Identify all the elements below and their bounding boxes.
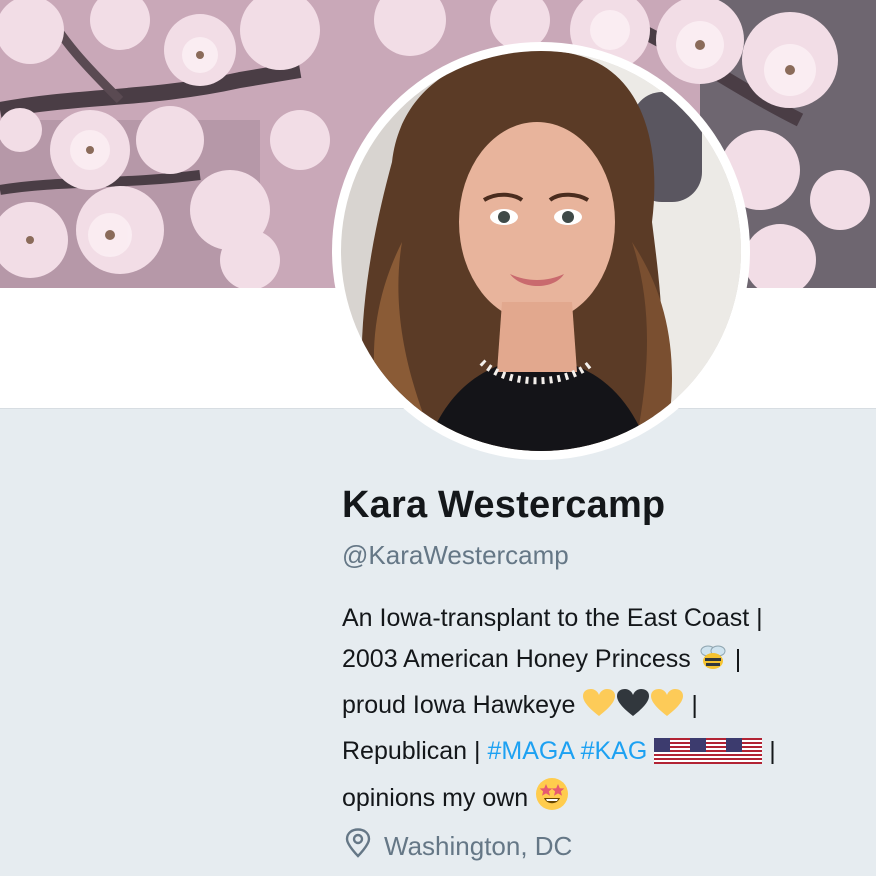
profile-avatar[interactable] [332,42,750,460]
map-pin-icon [344,827,372,865]
bio-line: opinions my own [342,777,862,824]
bio-text: 2003 American Honey Princess [342,645,691,673]
profile-name: Kara Westercamp [342,484,666,526]
bio-line: An Iowa-transplant to the East Coast | [342,598,862,639]
us-flag-icon [726,736,763,777]
bio-text: opinions my own [342,784,529,812]
bio-separator: | [734,645,742,673]
bio-text: proud Iowa Hawkeye [342,691,576,719]
profile-location: Washington, DC [344,827,573,865]
bio-line: 2003 American Honey Princess | [342,639,862,685]
hashtag-link[interactable]: #MAGA [487,737,573,765]
bio-separator: | [691,691,698,719]
us-flag-icon [690,736,727,777]
profile-bio: An Iowa-transplant to the East Coast | 2… [342,598,862,824]
bio-line: proud Iowa Hawkeye | [342,685,862,731]
bio-line: Republican | #MAGA #KAG | [342,731,862,777]
bio-separator: | [769,737,776,765]
location-text: Washington, DC [384,830,573,861]
honeybee-icon [698,642,728,685]
us-flag-icon [654,736,691,777]
bio-text: An Iowa-transplant to the East Coast | [342,604,763,632]
black-heart-icon [616,688,650,731]
profile-handle[interactable]: @KaraWestercamp [342,540,569,571]
bio-text: Republican | [342,737,488,765]
hashtag-link[interactable]: #KAG [581,737,648,765]
star-struck-icon [535,777,569,824]
yellow-heart-icon [582,688,616,731]
yellow-heart-icon [650,688,684,731]
